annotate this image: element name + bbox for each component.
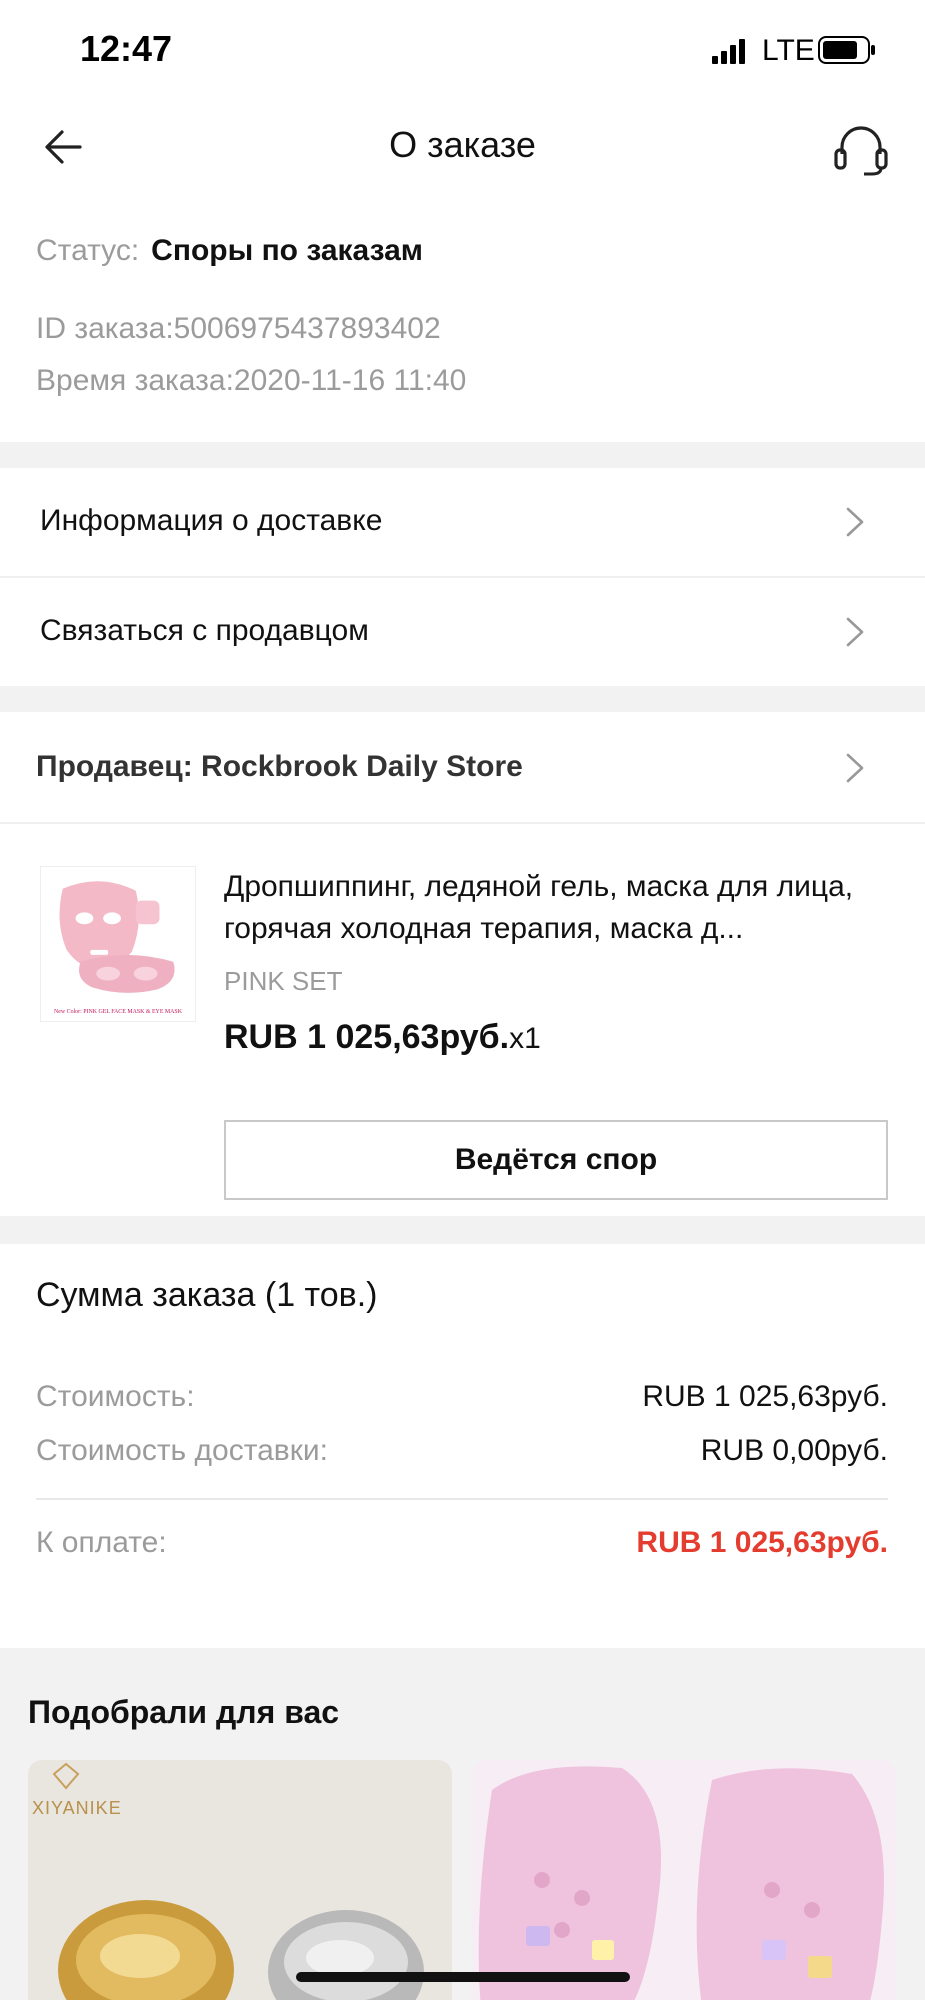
signal-icon	[712, 39, 745, 64]
order-status-row: Статус: Споры по заказам	[36, 234, 423, 268]
seller-row[interactable]: Продавец: Rockbrook Daily Store	[0, 712, 925, 822]
battery-icon	[818, 36, 875, 64]
chevron-right-icon	[846, 753, 864, 783]
dispute-status-button[interactable]: Ведётся спор	[224, 1120, 888, 1200]
thumbnail-caption: New Color: PINK GEL FACE MASK & EYE MASK	[54, 1009, 183, 1015]
shipping-row: Стоимость доставки: RUB 0,00руб.	[36, 1434, 888, 1468]
product-variant: PINK SET	[224, 966, 343, 996]
page-title: О заказе	[389, 124, 536, 165]
product-thumbnail[interactable]: New Color: PINK GEL FACE MASK & EYE MASK	[40, 866, 196, 1022]
total-value: RUB 1 025,63руб.	[636, 1526, 888, 1559]
recommendations-title: Подобрали для вас	[28, 1694, 340, 1730]
shipping-label: Стоимость доставки:	[36, 1434, 328, 1467]
status-time: 12:47	[80, 28, 173, 69]
status-value: Споры по заказам	[151, 234, 424, 267]
shipping-value: RUB 0,00руб.	[700, 1434, 888, 1467]
summary-title: Сумма заказа (1 тов.)	[36, 1276, 378, 1314]
total-label: К оплате:	[36, 1526, 167, 1559]
recommendations-section: Подобрали для вас XIYANIKE	[0, 1648, 925, 2000]
order-time: Время заказа:2020-11-16 11:40	[36, 364, 467, 397]
product-quantity: x1	[509, 1022, 541, 1055]
cost-row: Стоимость: RUB 1 025,63руб.	[36, 1380, 888, 1414]
product-image	[28, 1760, 452, 2000]
section-divider	[0, 686, 925, 712]
product-price-row: RUB 1 025,63руб.x1	[224, 1018, 541, 1057]
product-price: RUB 1 025,63руб.	[224, 1018, 510, 1056]
network-type: LTE	[762, 34, 815, 67]
order-info-section: Статус: Споры по заказам ID заказа:500697…	[0, 196, 925, 442]
brand-logo-text: XIYANIKE	[32, 1798, 122, 1818]
section-divider	[0, 442, 925, 468]
contact-seller-label: Связаться с продавцом	[40, 614, 369, 647]
chevron-right-icon	[846, 617, 864, 647]
product-name[interactable]: Дропшиппинг, ледяной гель, маска для лиц…	[224, 866, 884, 950]
cost-label: Стоимость:	[36, 1380, 195, 1413]
recommended-product-card[interactable]: XIYANIKE	[28, 1760, 452, 2000]
delivery-info-label: Информация о доставке	[40, 504, 383, 537]
order-summary: Сумма заказа (1 тов.) Стоимость: RUB 1 0…	[0, 1244, 925, 1648]
order-id: ID заказа:5006975437893402	[36, 312, 441, 345]
status-label: Статус:	[36, 234, 140, 267]
seller-name: Продавец: Rockbrook Daily Store	[36, 750, 523, 783]
total-row: К оплате: RUB 1 025,63руб.	[36, 1526, 888, 1560]
contact-seller-row[interactable]: Связаться с продавцом	[0, 578, 925, 686]
summary-divider	[36, 1498, 888, 1500]
headset-icon[interactable]	[832, 120, 890, 178]
product-item: New Color: PINK GEL FACE MASK & EYE MASK…	[0, 824, 925, 1216]
section-divider	[0, 1216, 925, 1244]
delivery-info-row[interactable]: Информация о доставке	[0, 468, 925, 576]
recommended-product-card[interactable]	[472, 1760, 896, 2000]
product-image	[472, 1760, 896, 2000]
home-indicator[interactable]	[296, 1972, 630, 1982]
chevron-right-icon	[846, 507, 864, 537]
top-nav-bar: О заказе	[0, 100, 925, 196]
status-bar: 12:47 LTE	[0, 0, 925, 100]
cost-value: RUB 1 025,63руб.	[642, 1380, 888, 1413]
